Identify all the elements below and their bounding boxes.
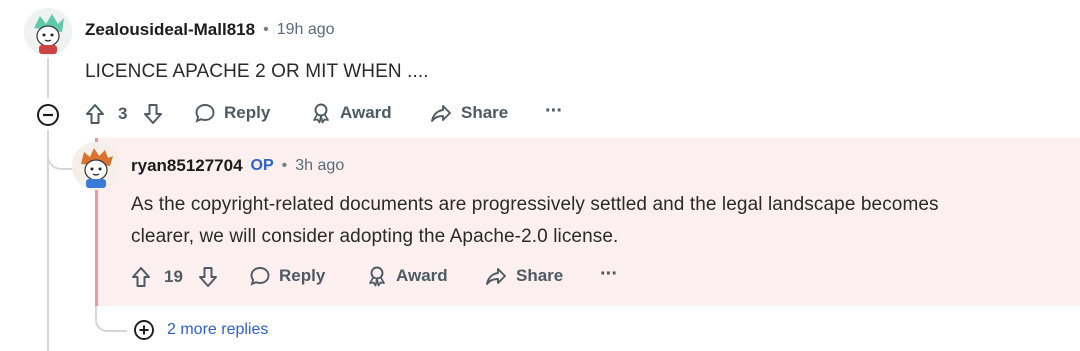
reply-timestamp[interactable]: 3h ago bbox=[295, 157, 344, 175]
op-badge: OP bbox=[250, 157, 274, 174]
downvote-icon bbox=[144, 104, 162, 124]
more-options-button[interactable]: ··· bbox=[545, 100, 563, 123]
upvote-button[interactable] bbox=[84, 102, 106, 126]
share-button[interactable]: Share bbox=[429, 102, 508, 124]
award-label: Award bbox=[396, 266, 448, 285]
reply-username[interactable]: ryan85127704 bbox=[131, 156, 243, 176]
share-icon bbox=[486, 268, 506, 285]
share-button[interactable]: Share bbox=[484, 265, 563, 287]
reply-label: Reply bbox=[279, 266, 326, 285]
upvote-button[interactable] bbox=[130, 265, 152, 289]
more-options-button[interactable]: ··· bbox=[600, 263, 618, 286]
comment-body: LICENCE APACHE 2 OR MIT WHEN .... bbox=[85, 61, 429, 82]
downvote-button[interactable] bbox=[197, 265, 219, 289]
reply-button[interactable]: Reply bbox=[194, 102, 270, 124]
award-label: Award bbox=[340, 103, 392, 122]
more-replies-label: 2 more replies bbox=[167, 321, 269, 338]
reply-body-line: As the copyright-related documents are p… bbox=[131, 194, 939, 215]
collapse-icon bbox=[37, 104, 59, 126]
share-label: Share bbox=[461, 103, 509, 122]
separator-dot: • bbox=[281, 157, 288, 174]
reply-label: Reply bbox=[224, 103, 271, 122]
more-icon: ··· bbox=[600, 263, 618, 285]
downvote-icon bbox=[199, 267, 217, 287]
reply-avatar[interactable] bbox=[72, 142, 120, 190]
reply-button[interactable]: Reply bbox=[249, 265, 325, 287]
thread-connector bbox=[95, 306, 127, 332]
avatar[interactable] bbox=[24, 8, 72, 56]
award-button[interactable]: Award bbox=[366, 265, 448, 287]
share-label: Share bbox=[516, 266, 564, 285]
more-replies-button[interactable]: 2 more replies bbox=[133, 319, 268, 341]
upvote-icon bbox=[132, 267, 150, 287]
expand-icon bbox=[134, 320, 154, 340]
thread-line-main bbox=[47, 58, 49, 98]
downvote-button[interactable] bbox=[142, 102, 164, 126]
share-icon bbox=[431, 105, 451, 122]
reply-icon bbox=[195, 104, 215, 123]
reply-body: As the copyright-related documents are p… bbox=[131, 189, 1071, 253]
award-icon bbox=[369, 266, 385, 287]
upvote-icon bbox=[86, 104, 104, 124]
vote-count: 19 bbox=[164, 267, 183, 286]
reply-body-line: clearer, we will consider adopting the A… bbox=[131, 226, 619, 247]
more-icon: ··· bbox=[545, 100, 563, 122]
separator-dot: • bbox=[263, 21, 269, 38]
vote-count: 3 bbox=[118, 104, 128, 123]
thread-connector bbox=[47, 140, 75, 170]
collapse-button[interactable] bbox=[36, 103, 60, 127]
award-button[interactable]: Award bbox=[310, 102, 392, 124]
comment-timestamp[interactable]: 19h ago bbox=[277, 21, 335, 39]
comment-username[interactable]: Zealousideal-Mall818 bbox=[85, 20, 255, 40]
reply-icon bbox=[250, 267, 270, 286]
award-icon bbox=[313, 103, 329, 124]
